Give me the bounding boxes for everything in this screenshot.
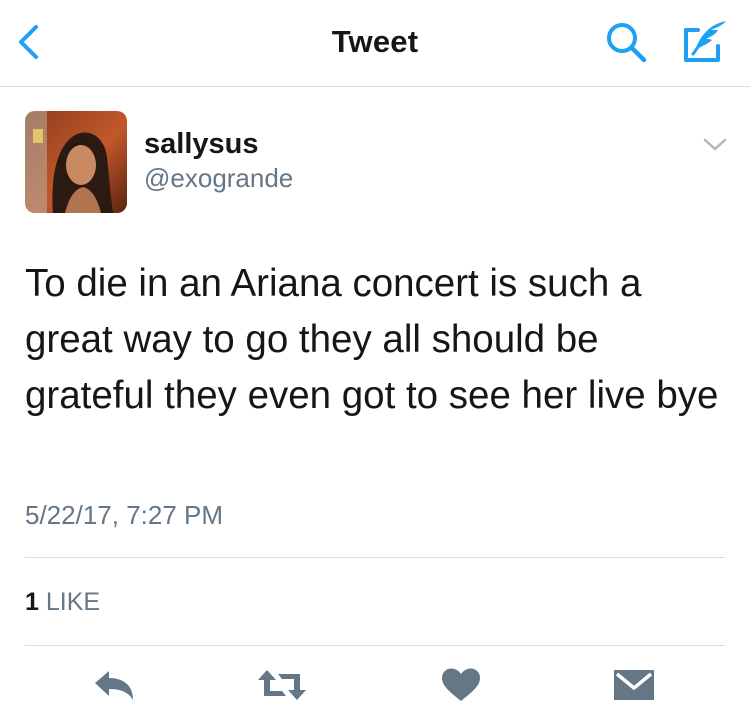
reply-icon (95, 671, 133, 700)
navigation-bar: Tweet (0, 0, 750, 87)
profile-photo (25, 111, 127, 213)
heart-icon (442, 668, 480, 701)
like-button[interactable] (441, 668, 481, 707)
search-icon (607, 23, 647, 63)
display-name[interactable]: sallysus (144, 128, 258, 161)
divider (25, 645, 725, 646)
retweet-icon (258, 670, 306, 700)
tweet-options-button[interactable] (702, 136, 728, 154)
search-button[interactable] (604, 20, 648, 64)
tweet-text: To die in an Ariana concert is such a gr… (25, 262, 719, 417)
user-handle[interactable]: @exogrande (144, 163, 293, 194)
compose-button[interactable] (682, 18, 730, 64)
like-label: LIKE (45, 588, 101, 616)
divider (25, 557, 725, 558)
envelope-icon (614, 670, 654, 700)
direct-message-button[interactable] (614, 668, 654, 707)
avatar[interactable] (25, 111, 127, 213)
reply-button[interactable] (93, 668, 135, 707)
likes-summary[interactable]: 1 LIKE (25, 588, 100, 617)
retweet-button[interactable] (256, 668, 308, 707)
compose-icon (684, 21, 726, 62)
chevron-down-icon (703, 138, 727, 151)
like-count: 1 (25, 588, 39, 616)
tweet-timestamp: 5/22/17, 7:27 PM (25, 500, 224, 530)
